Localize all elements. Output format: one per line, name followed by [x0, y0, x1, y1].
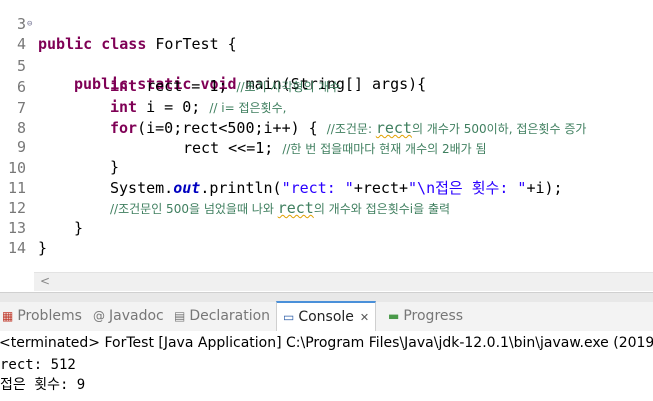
- tab-label: Console: [298, 309, 354, 325]
- console-line: rect: 512: [0, 357, 76, 373]
- tab-label: Javadoc: [109, 308, 164, 324]
- console-line: 접은 횟수: 9: [0, 377, 86, 393]
- tab-declaration[interactable]: ▤ Declaration: [174, 302, 270, 331]
- code-line: 7 for(i=0;rect<500;i++) { //조건문: rect의 개…: [0, 78, 653, 137]
- tab-label: Declaration: [189, 308, 271, 324]
- tab-problems[interactable]: ▦ Problems: [2, 302, 82, 331]
- code-line: 12 }: [0, 178, 653, 237]
- console-output[interactable]: <terminated> ForTest [Java Application] …: [0, 331, 653, 401]
- tab-javadoc[interactable]: @ Javadoc: [93, 302, 164, 331]
- code-line: 3 public class ForTest {: [0, 0, 653, 53]
- code-line: 14: [0, 218, 653, 257]
- tab-console[interactable]: ▭ Console ✕: [276, 301, 377, 331]
- code-text: }: [38, 239, 48, 257]
- code-line: 13 }: [0, 198, 653, 257]
- console-header: <terminated> ForTest [Java Application] …: [0, 335, 653, 351]
- console-icon: ▭: [283, 310, 295, 324]
- line-number: 14: [7, 239, 26, 257]
- fold-collapse-icon[interactable]: ⊖: [27, 14, 32, 34]
- code-editor[interactable]: 3 public class ForTest { 4 ⊖ public stat…: [0, 0, 653, 268]
- tab-progress[interactable]: ▬ Progress: [388, 302, 463, 331]
- close-icon[interactable]: ✕: [360, 311, 369, 324]
- code-line: 5 int rect = 1; //초기 사각형의 개수: [0, 36, 653, 95]
- progress-icon: ▬: [388, 309, 400, 323]
- tab-label: Progress: [403, 308, 464, 324]
- code-line: 6 int i = 0; // i= 접은횟수,: [0, 57, 653, 116]
- bottom-panel-tabs: ▦ Problems @ Javadoc ▤ Declaration ▭ Console…: [0, 301, 653, 332]
- javadoc-icon: @: [93, 309, 105, 323]
- code-line: 8 rect <<=1; //한 번 접을때마다 현재 개수의 2배가 됨: [0, 98, 653, 157]
- horizontal-scrollbar[interactable]: <: [34, 272, 653, 291]
- tab-label: Problems: [17, 308, 82, 324]
- code-line: 9 }: [0, 117, 653, 176]
- code-line: 4 ⊖ public static void main(String[] arg…: [0, 14, 653, 93]
- code-line: 11 //조건문인 500을 넘었을때 나와 rect의 개수와 접은횟수i을 …: [0, 158, 653, 217]
- scroll-left-icon[interactable]: <: [40, 274, 50, 288]
- code-line: 10 System.out.println("rect: "+rect+"\n접…: [0, 138, 653, 197]
- declaration-icon: ▤: [174, 309, 186, 323]
- problems-icon: ▦: [2, 309, 14, 323]
